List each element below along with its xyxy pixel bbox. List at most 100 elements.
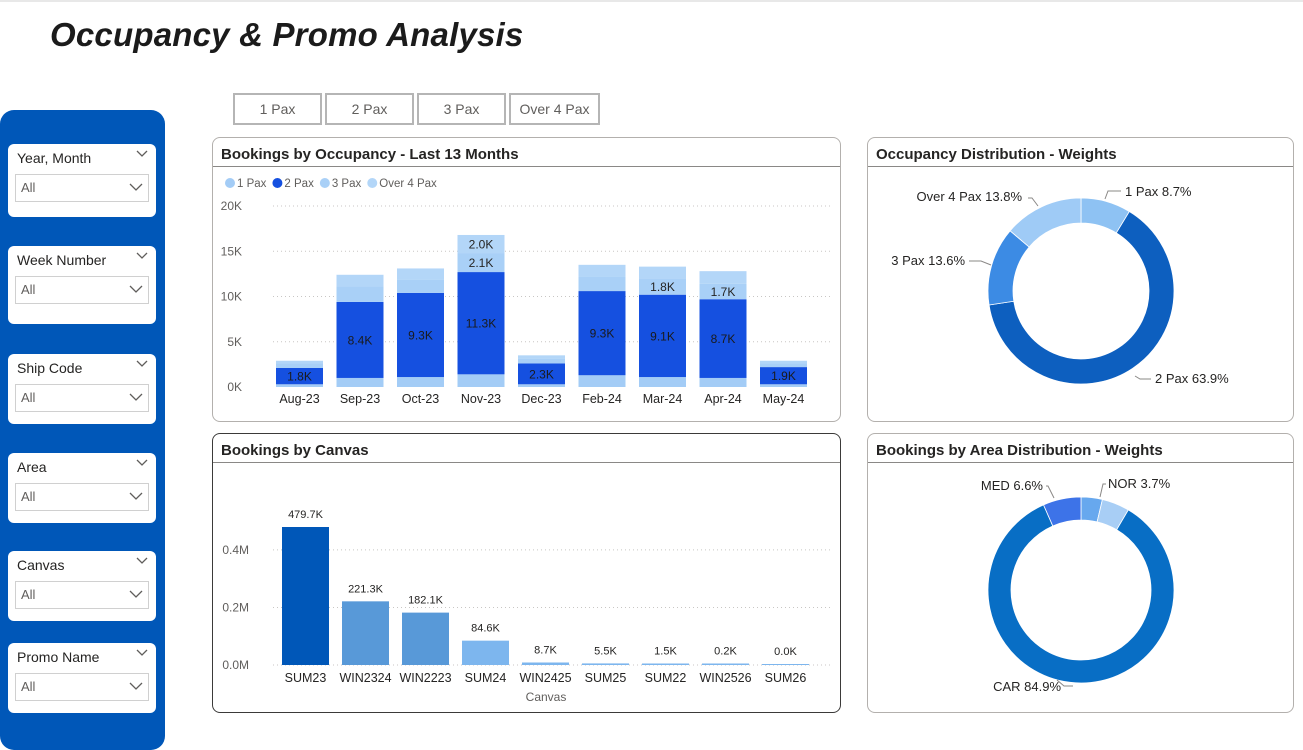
bar-segment bbox=[760, 384, 807, 387]
y-tick-label: 0.2M bbox=[222, 600, 249, 614]
slicer-year-month[interactable]: Year, Month All bbox=[8, 144, 156, 217]
slice-label: Over 4 Pax 13.8% bbox=[917, 189, 1023, 204]
slicer-promo-name[interactable]: Promo Name All bbox=[8, 643, 156, 713]
pax-button-2[interactable]: 2 Pax bbox=[325, 93, 414, 125]
pax-button-over-4[interactable]: Over 4 Pax bbox=[509, 93, 600, 125]
bar-segment bbox=[276, 384, 323, 387]
slice-label: 2 Pax 63.9% bbox=[1155, 371, 1229, 386]
data-label: 8.4K bbox=[348, 333, 373, 347]
chevron-down-icon[interactable] bbox=[136, 557, 148, 565]
legend-label: Over 4 Pax bbox=[379, 178, 437, 190]
dropdown-value: All bbox=[21, 489, 36, 504]
x-tick-label: Mar-24 bbox=[643, 392, 683, 406]
data-label: 1.8K bbox=[287, 370, 312, 384]
bar bbox=[702, 663, 749, 665]
bar-segment bbox=[336, 377, 384, 387]
slice-label: NOR 3.7% bbox=[1108, 476, 1171, 491]
slicer-label: Year, Month bbox=[17, 150, 92, 166]
slicer-week-number[interactable]: Week Number All bbox=[8, 246, 156, 324]
legend-label: 1 Pax bbox=[237, 178, 267, 190]
x-tick-label: WIN2223 bbox=[399, 671, 451, 685]
chevron-down-icon[interactable] bbox=[136, 459, 148, 467]
x-tick-label: Aug-23 bbox=[279, 392, 319, 406]
slicer-dropdown[interactable]: All bbox=[15, 384, 149, 412]
data-label: 1.5K bbox=[654, 646, 677, 658]
chevron-down-icon[interactable] bbox=[136, 150, 148, 158]
bar bbox=[642, 663, 689, 665]
x-tick-label: Dec-23 bbox=[521, 392, 561, 406]
bar-segment bbox=[518, 355, 565, 359]
chevron-down-icon[interactable] bbox=[136, 649, 148, 657]
bar-segment bbox=[336, 286, 384, 302]
bar bbox=[582, 663, 629, 665]
bar bbox=[462, 640, 509, 665]
slicer-label: Canvas bbox=[17, 557, 65, 573]
slicer-dropdown[interactable]: All bbox=[15, 483, 149, 511]
dropdown-value: All bbox=[21, 390, 36, 405]
card-title: Bookings by Area Distribution - Weights bbox=[876, 442, 1163, 459]
bar-segment bbox=[518, 384, 565, 387]
data-label: 8.7K bbox=[711, 332, 736, 346]
legend-marker bbox=[272, 178, 283, 188]
slicer-dropdown[interactable]: All bbox=[15, 276, 149, 304]
y-tick-label: 5K bbox=[227, 335, 242, 349]
chevron-down-icon bbox=[129, 682, 143, 690]
chevron-down-icon bbox=[129, 393, 143, 401]
slicer-area[interactable]: Area All bbox=[8, 453, 156, 523]
y-tick-label: 0.4M bbox=[222, 543, 249, 557]
data-label: 11.3K bbox=[466, 317, 496, 331]
leader-line bbox=[1046, 485, 1055, 499]
top-border bbox=[0, 0, 1303, 2]
occupancy-stacked-bar-chart: 1 Pax 2 Pax 3 Pax Over 4 Pax 0K 5K 10K 15K 20K 1.… bbox=[221, 178, 833, 406]
dropdown-value: All bbox=[21, 180, 36, 195]
x-tick-label: SUM26 bbox=[765, 671, 807, 685]
card-title: Occupancy Distribution - Weights bbox=[876, 146, 1117, 163]
bar-segment bbox=[760, 360, 807, 364]
chevron-down-icon[interactable] bbox=[136, 360, 148, 368]
page-title: Occupancy & Promo Analysis bbox=[50, 16, 524, 53]
y-tick-label: 15K bbox=[221, 244, 242, 258]
data-label: 84.6K bbox=[471, 623, 500, 635]
legend-marker bbox=[367, 178, 378, 188]
x-axis-title: Canvas bbox=[526, 690, 567, 704]
legend-marker bbox=[319, 178, 330, 188]
x-tick-label: Apr-24 bbox=[704, 392, 742, 406]
y-tick-label: 20K bbox=[221, 199, 242, 213]
leader-line bbox=[1028, 197, 1039, 207]
y-tick-label: 10K bbox=[221, 290, 242, 304]
pax-button-3[interactable]: 3 Pax bbox=[417, 93, 506, 125]
slice-label: MED 6.6% bbox=[981, 478, 1044, 493]
pax-button-1[interactable]: 1 Pax bbox=[233, 93, 322, 125]
chevron-down-icon bbox=[129, 590, 143, 598]
x-tick-label: Sep-23 bbox=[340, 392, 380, 406]
data-label: 479.7K bbox=[288, 509, 324, 521]
slicer-label: Ship Code bbox=[17, 360, 83, 376]
slicer-dropdown[interactable]: All bbox=[15, 174, 149, 202]
chevron-down-icon[interactable] bbox=[136, 252, 148, 260]
bar-segment bbox=[457, 374, 505, 387]
slicer-dropdown[interactable]: All bbox=[15, 581, 149, 609]
bar bbox=[762, 664, 809, 665]
slicer-dropdown[interactable]: All bbox=[15, 673, 149, 701]
data-label: 5.5K bbox=[594, 645, 617, 657]
data-label: 2.0K bbox=[469, 238, 494, 252]
bar-segment bbox=[578, 264, 626, 277]
slicer-ship-code[interactable]: Ship Code All bbox=[8, 354, 156, 424]
bar-segment bbox=[760, 363, 807, 368]
bar-segment bbox=[639, 377, 686, 387]
data-label: 8.7K bbox=[534, 644, 557, 656]
x-tick-label: WIN2425 bbox=[519, 671, 571, 685]
area-distribution-card: Bookings by Area Distribution - Weights … bbox=[867, 433, 1294, 713]
slicer-canvas[interactable]: Canvas All bbox=[8, 551, 156, 621]
bar-segment bbox=[397, 377, 444, 387]
leader-line bbox=[1099, 483, 1106, 498]
card-title: Bookings by Canvas bbox=[221, 442, 369, 459]
slicer-label: Promo Name bbox=[17, 649, 100, 665]
x-tick-label: Oct-23 bbox=[402, 392, 440, 406]
data-label: 0.0K bbox=[774, 646, 797, 658]
occupancy-chart-card: Bookings by Occupancy - Last 13 Months 1… bbox=[212, 137, 841, 422]
canvas-bar-chart: 0.0M 0.2M 0.4M 479.7K SUM23 221.3K WIN2324 182.… bbox=[222, 509, 833, 704]
x-tick-label: SUM25 bbox=[585, 671, 627, 685]
slice-label: 1 Pax 8.7% bbox=[1125, 184, 1192, 199]
leader-line bbox=[1134, 375, 1151, 380]
